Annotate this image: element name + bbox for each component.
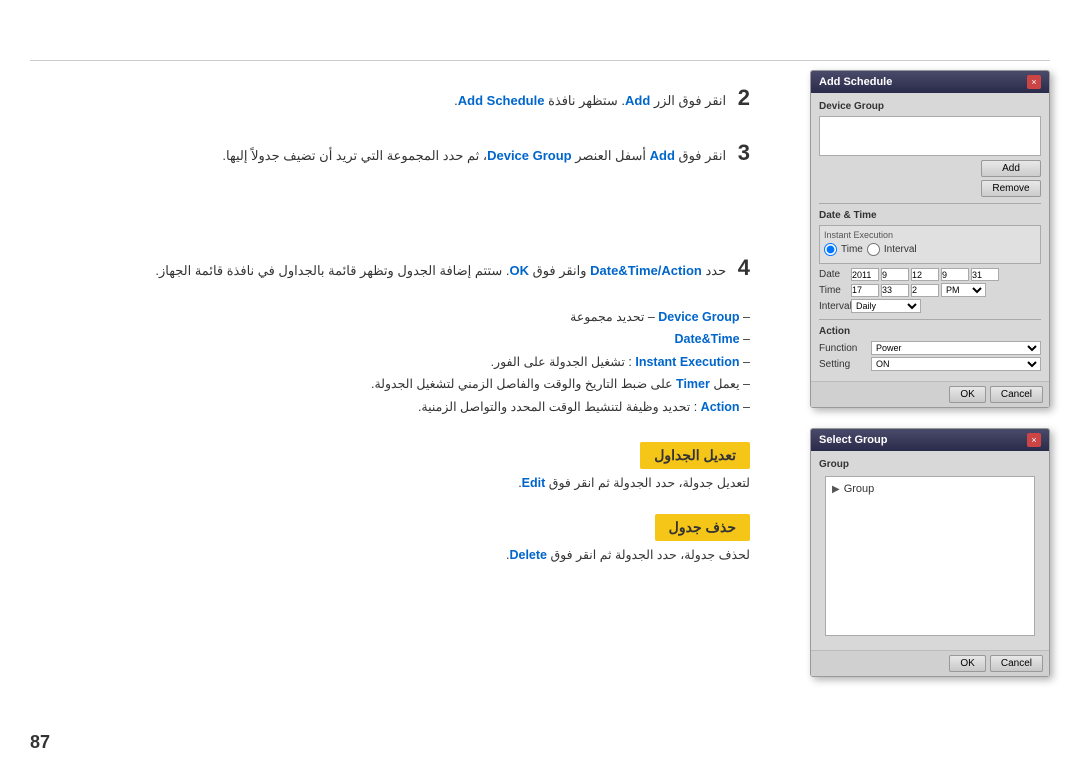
setting-select[interactable]: ON OFF (871, 357, 1041, 371)
time-input-h[interactable] (851, 284, 879, 297)
dialog-body-select: Group ▶ Group (811, 451, 1049, 650)
edit-heading: تعديل الجداول (640, 442, 750, 469)
add-group-btn[interactable]: Add (981, 160, 1041, 177)
date-row-label: Date (819, 269, 849, 280)
edit-desc: لتعديل جدولة، حدد الجدولة ثم انقر فوق Ed… (30, 475, 750, 490)
step2-schedule-highlight: Add Schedule (458, 93, 545, 108)
bullet-datetime: Date&Time (30, 328, 750, 351)
dialog-footer-select: OK Cancel (811, 650, 1049, 676)
ok-btn-select[interactable]: OK (949, 655, 985, 672)
cancel-btn-select[interactable]: Cancel (990, 655, 1043, 672)
cancel-btn-add[interactable]: Cancel (990, 386, 1043, 403)
step-2: 2 انقر فوق الزر Add. ستظهر نافذة Add Sch… (30, 80, 750, 115)
select-group-dialog: Select Group × Group ▶ Group OK Cancel (810, 428, 1050, 677)
bullet-device-group: Device Group – تحديد مجموعة (30, 306, 750, 329)
device-group-input (819, 116, 1041, 156)
radio-time-label: Time (841, 244, 863, 255)
date-time-label: Date & Time (819, 210, 1041, 221)
instant-exec-box: Instant Execution Time Interval (819, 225, 1041, 264)
radio-time[interactable] (824, 243, 837, 256)
dialog-title-select: Select Group (819, 434, 887, 446)
tree-expand-icon: ▶ (832, 484, 840, 495)
step3-dg-highlight: Device Group (487, 148, 572, 163)
group-tree-item[interactable]: ▶ Group (832, 483, 1028, 495)
bullet-action: Action : تحديد وظيفة لتنشيط الوقت المحدد… (30, 396, 750, 419)
interval-select[interactable]: Daily Weekly Monthly (851, 299, 921, 313)
divider1 (819, 203, 1041, 204)
step-2-number: 2 (738, 85, 750, 110)
dialog-title-add: Add Schedule (819, 76, 892, 88)
main-content: 2 انقر فوق الزر Add. ستظهر نافذة Add Sch… (30, 60, 1050, 743)
date-input-m1[interactable] (881, 268, 909, 281)
time-row: Time PM AM (819, 283, 1041, 297)
dialog-titlebar-select: Select Group × (811, 429, 1049, 451)
setting-label: Setting (819, 359, 867, 370)
step-3-number: 3 (738, 140, 750, 165)
step3-add-highlight: Add (650, 148, 675, 163)
step-3: 3 انقر فوق Add أسفل العنصر Device Group،… (30, 135, 750, 170)
date-input-year[interactable] (851, 268, 879, 281)
date-input-m4[interactable] (971, 268, 999, 281)
dialog-close-select[interactable]: × (1027, 433, 1041, 447)
group-label: Group (819, 459, 1041, 470)
time-ampm-select[interactable]: PM AM (941, 283, 986, 297)
date-input-m2[interactable] (911, 268, 939, 281)
time-input-m[interactable] (881, 284, 909, 297)
step-2-text: انقر فوق الزر Add. ستظهر نافذة Add Sched… (454, 93, 726, 108)
setting-row: Setting ON OFF (819, 357, 1041, 371)
action-section-label: Action (819, 326, 1041, 337)
bullet-instant-exec: Instant Execution : تشغيل الجدولة على ال… (30, 351, 750, 374)
dialog-close-add[interactable]: × (1027, 75, 1041, 89)
right-panel: Add Schedule × Device Group Add Remove D… (810, 60, 1050, 677)
function-select[interactable]: Power Volume (871, 341, 1041, 355)
time-input-s[interactable] (911, 284, 939, 297)
instant-exec-label: Instant Execution (824, 230, 1036, 240)
step4-ok-highlight: OK (510, 263, 530, 278)
radio-interval[interactable] (867, 243, 880, 256)
bullet-list: Device Group – تحديد مجموعة Date&Time In… (30, 306, 750, 419)
function-label: Function (819, 343, 867, 354)
group-tree-area: ▶ Group (825, 476, 1035, 636)
radio-time-row: Time Interval (824, 243, 1036, 256)
text-section: 2 انقر فوق الزر Add. ستظهر نافذة Add Sch… (30, 60, 750, 566)
dialog-titlebar-add: Add Schedule × (811, 71, 1049, 93)
bullet-timer: يعمل Timer على ضبط التاريخ والوقت والفاص… (30, 373, 750, 396)
page-number: 87 (30, 732, 50, 753)
step-4-text: حدد Date&Time/Action وانقر فوق OK. ستتم … (155, 263, 726, 278)
dialog-body-add: Device Group Add Remove Date & Time Inst… (811, 93, 1049, 381)
step-3-text: انقر فوق Add أسفل العنصر Device Group، ث… (222, 148, 726, 163)
interval-row-label: Interval (819, 301, 849, 312)
step-4-number: 4 (738, 255, 750, 280)
delete-desc: لحذف جدولة، حدد الجدولة ثم انقر فوق Dele… (30, 547, 750, 562)
divider2 (819, 319, 1041, 320)
date-row: Date (819, 268, 1041, 281)
step4-dt-highlight: Date&Time/Action (590, 263, 702, 278)
interval-row: Interval Daily Weekly Monthly (819, 299, 1041, 313)
device-group-label: Device Group (819, 101, 1041, 112)
function-row: Function Power Volume (819, 341, 1041, 355)
group-tree-label: Group (844, 483, 875, 495)
step-4: 4 حدد Date&Time/Action وانقر فوق OK. ستت… (30, 250, 750, 285)
time-row-label: Time (819, 285, 849, 296)
remove-group-btn[interactable]: Remove (981, 180, 1041, 197)
ok-btn-add[interactable]: OK (949, 386, 985, 403)
step2-add-highlight: Add (625, 93, 650, 108)
add-schedule-dialog: Add Schedule × Device Group Add Remove D… (810, 70, 1050, 408)
delete-heading: حذف جدول (655, 514, 750, 541)
dialog-footer-add: OK Cancel (811, 381, 1049, 407)
radio-interval-label: Interval (884, 244, 917, 255)
date-input-m3[interactable] (941, 268, 969, 281)
